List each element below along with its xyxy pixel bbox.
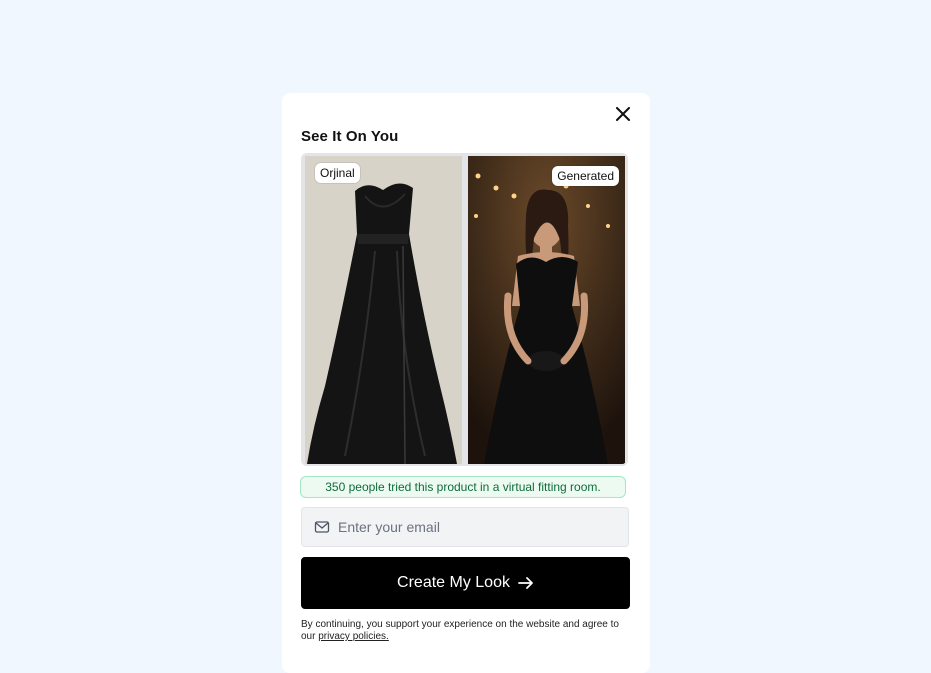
email-input[interactable] bbox=[338, 519, 618, 535]
mail-icon bbox=[314, 519, 330, 535]
email-field-wrapper[interactable] bbox=[301, 507, 629, 547]
arrow-right-icon bbox=[518, 576, 534, 590]
image-comparison: Orjinal Generated bbox=[301, 153, 628, 466]
legal-text: By continuing, you support your experien… bbox=[301, 619, 631, 643]
privacy-policy-link[interactable]: privacy policies. bbox=[318, 631, 389, 642]
original-label: Orjinal bbox=[315, 163, 360, 183]
try-on-modal: See It On You Orjinal Generated 350 peop… bbox=[282, 93, 650, 673]
generated-image: Generated bbox=[468, 156, 625, 464]
modal-title: See It On You bbox=[301, 128, 399, 145]
original-image: Orjinal bbox=[305, 156, 462, 464]
close-button[interactable] bbox=[612, 103, 634, 125]
close-icon bbox=[616, 107, 630, 121]
social-proof-badge: 350 people tried this product in a virtu… bbox=[300, 476, 626, 498]
create-my-look-button[interactable]: Create My Look bbox=[301, 557, 630, 609]
create-my-look-label: Create My Look bbox=[397, 574, 510, 591]
generated-label: Generated bbox=[552, 166, 619, 186]
